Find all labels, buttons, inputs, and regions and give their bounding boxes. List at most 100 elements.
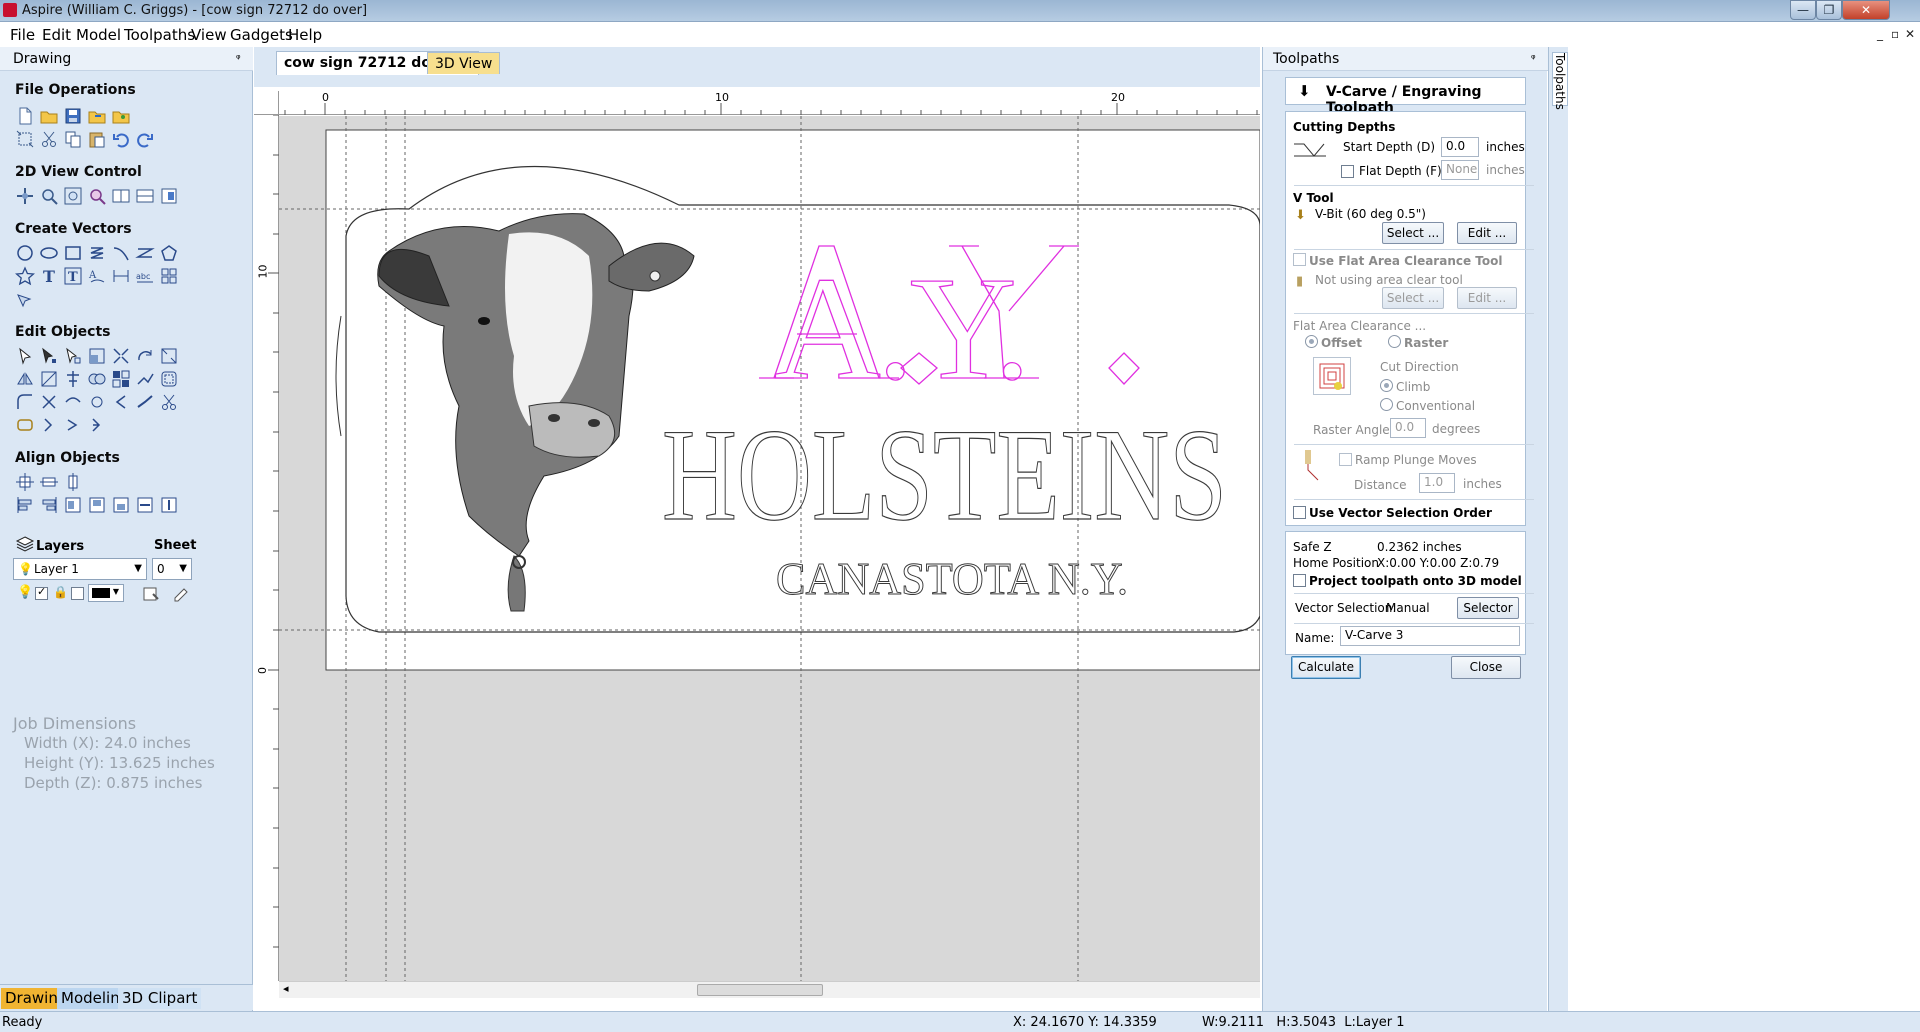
selector-button[interactable]: Selector ... (1457, 597, 1519, 635)
text-box-icon[interactable]: T (62, 265, 82, 285)
close-button[interactable]: Close (1451, 656, 1521, 679)
move-icon[interactable] (110, 345, 130, 365)
dogbone-icon[interactable] (62, 414, 82, 434)
circle-icon[interactable] (14, 242, 34, 262)
start-depth-input[interactable]: 0.0 (1441, 137, 1479, 157)
menu-toolpaths[interactable]: Toolpaths (124, 26, 195, 44)
layer-manager-icon[interactable] (140, 583, 160, 603)
polyline-icon[interactable] (86, 242, 106, 262)
layer-lock-checkbox[interactable] (71, 587, 84, 600)
raster-radio[interactable] (1388, 335, 1401, 348)
offset-icon[interactable] (158, 368, 178, 388)
conventional-radio[interactable] (1380, 398, 1393, 411)
sheet-dropdown[interactable]: 0 ▼ (152, 558, 192, 580)
text-on-curve-icon[interactable]: A (86, 265, 106, 285)
select-pointer-icon[interactable] (14, 345, 34, 365)
curve-icon[interactable] (110, 242, 130, 262)
scroll-left-icon[interactable]: ◂ (283, 982, 289, 995)
rectangle-icon[interactable] (62, 242, 82, 262)
rotate-icon[interactable] (134, 345, 154, 365)
horizontal-scrollbar[interactable]: ◂ (279, 981, 1260, 998)
vector-texture-icon[interactable] (86, 414, 106, 434)
mdi-close-button[interactable]: ✕ (1905, 27, 1915, 41)
mdi-restore-button[interactable]: ▫ (1891, 27, 1899, 41)
align-bottom-icon[interactable] (110, 494, 130, 514)
mirror-icon[interactable] (14, 368, 34, 388)
array-icon[interactable] (158, 265, 178, 285)
size-icon[interactable] (86, 345, 106, 365)
raster-angle-input[interactable]: 0.0 (1390, 418, 1426, 438)
toolpaths-side-tab[interactable]: Toolpaths (1552, 52, 1568, 110)
zoom-selection-icon[interactable] (86, 185, 106, 205)
edit-tool-button[interactable]: Edit ... (1457, 222, 1517, 244)
scissors-icon[interactable] (158, 391, 178, 411)
edit-clear-tool-button[interactable]: Edit ... (1457, 287, 1517, 309)
layer-visible-checkbox[interactable]: ✓ (35, 585, 48, 600)
view-split-icon[interactable] (134, 185, 154, 205)
space-vertical-icon[interactable] (158, 494, 178, 514)
climb-radio[interactable] (1380, 379, 1393, 392)
drawing-canvas[interactable]: A.Y. HOLSTEINS CANASTOTA N.Y. (279, 116, 1260, 981)
pan-icon[interactable] (14, 185, 34, 205)
layer-dropdown[interactable]: 💡 Layer 1 ▼ (13, 558, 147, 580)
space-horizontal-icon[interactable] (134, 494, 154, 514)
menu-model[interactable]: Model (76, 26, 121, 44)
join-icon[interactable] (134, 368, 154, 388)
toolpath-name-input[interactable]: V-Carve 3 (1340, 626, 1520, 646)
pin-icon[interactable]: ᵠ (1531, 52, 1536, 65)
offset-radio[interactable] (1305, 335, 1318, 348)
align-centre-icon[interactable] (38, 471, 58, 491)
star-icon[interactable] (14, 265, 35, 286)
distance-input[interactable]: 1.0 (1419, 473, 1455, 493)
select-tool-button[interactable]: Select ... (1382, 222, 1444, 244)
extend-icon[interactable] (62, 391, 82, 411)
layer-pencil-icon[interactable] (170, 583, 190, 603)
weld-icon[interactable] (86, 368, 106, 388)
paste-icon[interactable] (86, 128, 106, 148)
menu-help[interactable]: Help (288, 26, 322, 44)
flat-area-tool-checkbox[interactable] (1293, 253, 1306, 266)
project-toolpath-checkbox[interactable] (1293, 574, 1306, 587)
trace-bitmap-icon[interactable] (14, 288, 34, 308)
align-right-icon[interactable] (38, 494, 58, 514)
scroll-thumb[interactable] (697, 984, 823, 996)
redo-icon[interactable] (134, 128, 154, 148)
scale-icon[interactable] (158, 345, 178, 365)
tab-3d-clipart[interactable]: 3D Clipart (118, 988, 202, 1009)
select-clear-tool-button[interactable]: Select ... (1382, 287, 1444, 309)
restore-button[interactable]: ❐ (1816, 0, 1842, 20)
fillet-icon[interactable] (14, 391, 34, 411)
toggle-view-icon[interactable] (158, 185, 178, 205)
transform-icon[interactable] (62, 345, 82, 365)
layer-visible-bulb-icon[interactable]: 💡 (17, 585, 33, 600)
save-icon[interactable] (62, 105, 82, 125)
text-auto-layout-icon[interactable]: abc (134, 265, 154, 285)
align-left-edge-icon[interactable] (62, 494, 82, 514)
arc-icon[interactable] (134, 242, 155, 262)
distort-icon[interactable] (38, 368, 58, 388)
trim-icon[interactable] (38, 391, 58, 411)
view-layout-icon[interactable] (110, 185, 130, 205)
ellipse-icon[interactable] (38, 242, 58, 262)
smooth-icon[interactable] (110, 391, 130, 411)
interlock-icon[interactable] (14, 414, 34, 434)
align-top-icon[interactable] (86, 494, 106, 514)
design-svg[interactable]: A.Y. HOLSTEINS CANASTOTA N.Y. (279, 116, 1260, 981)
minimize-button[interactable]: — (1790, 0, 1816, 20)
close-vector-icon[interactable] (86, 391, 106, 411)
tab-3d-view[interactable]: 3D View (427, 52, 501, 74)
align-left-icon[interactable] (14, 494, 34, 514)
dimension-icon[interactable] (110, 265, 130, 285)
menu-view[interactable]: View (191, 26, 227, 44)
close-window-button[interactable]: ✕ (1842, 0, 1890, 20)
polygon-icon[interactable] (158, 242, 178, 262)
menu-edit[interactable]: Edit (42, 26, 71, 44)
node-edit-icon[interactable] (38, 345, 58, 365)
new-file-icon[interactable] (14, 105, 34, 125)
tab-icon[interactable] (38, 414, 58, 434)
align-center-icon[interactable] (62, 368, 82, 388)
zoom-extents-icon[interactable] (62, 185, 82, 205)
menu-file[interactable]: File (10, 26, 35, 44)
undo-icon[interactable] (110, 128, 130, 148)
vector-order-checkbox[interactable] (1293, 506, 1306, 519)
